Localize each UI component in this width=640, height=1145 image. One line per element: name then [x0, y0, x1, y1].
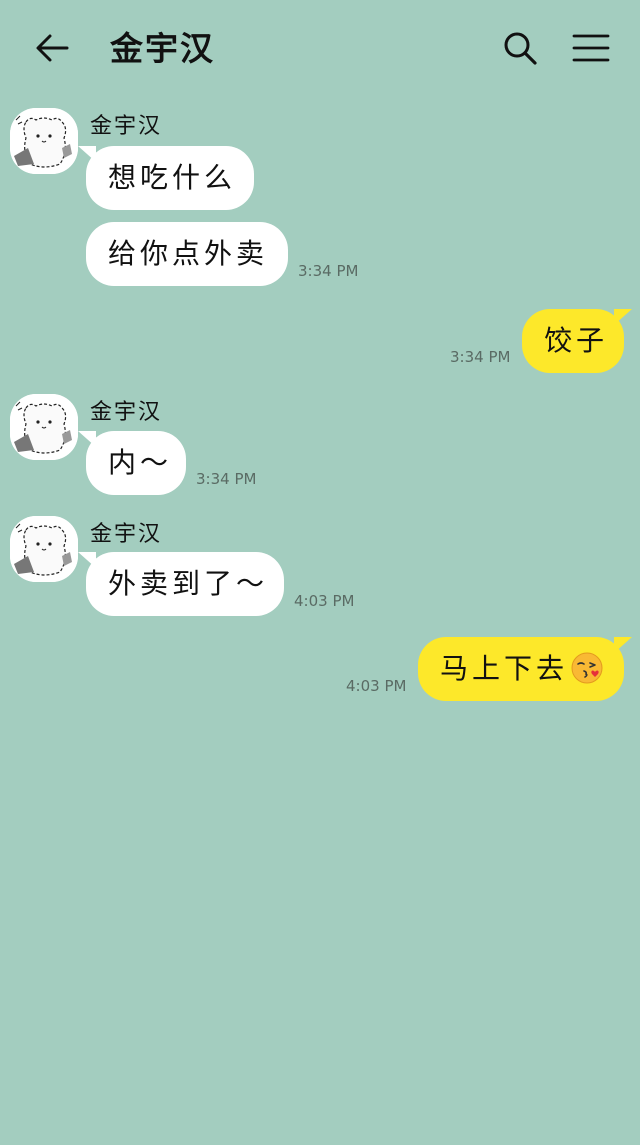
message-time: 3:34 PM: [196, 470, 257, 488]
sender-name: 金宇汉: [90, 522, 163, 547]
message-text: 给你点外卖: [108, 237, 269, 270]
bubble-tail: [78, 552, 96, 568]
message-text: 内～: [108, 446, 173, 479]
kissing-face-emoji-icon: [571, 652, 603, 684]
message-bubble-incoming[interactable]: 外卖到了～: [78, 552, 284, 616]
menu-button[interactable]: [566, 24, 616, 72]
contact-avatar[interactable]: [10, 394, 78, 460]
message-time: 4:03 PM: [346, 677, 407, 695]
menu-icon: [572, 34, 610, 62]
chat-title: 金宇汉: [110, 29, 215, 68]
message-text: 饺子: [544, 324, 609, 357]
message-text: 想吃什么: [108, 161, 237, 194]
message-time: 3:34 PM: [450, 348, 511, 366]
back-arrow-icon: [36, 34, 69, 62]
message-bubble-outgoing[interactable]: 马上下去: [418, 637, 632, 701]
message-text: 马上下去: [440, 652, 569, 685]
bear-avatar-icon: [10, 108, 78, 174]
contact-avatar[interactable]: [10, 108, 78, 174]
message-text: 外卖到了～: [108, 567, 269, 600]
search-icon: [504, 32, 537, 65]
message-bubble-outgoing[interactable]: 饺子: [522, 309, 632, 373]
contact-avatar[interactable]: [10, 516, 78, 582]
sender-name: 金宇汉: [90, 400, 163, 425]
bubble-tail: [614, 309, 632, 325]
back-button[interactable]: [30, 26, 74, 70]
bear-avatar-icon: [10, 516, 78, 582]
bubble-tail: [614, 637, 632, 653]
bubble-tail: [78, 431, 96, 447]
chat-header: 金宇汉: [0, 0, 640, 96]
message-time: 3:34 PM: [298, 262, 359, 280]
message-bubble-incoming[interactable]: 想吃什么: [78, 146, 254, 210]
bear-avatar-icon: [10, 394, 78, 460]
message-time: 4:03 PM: [294, 592, 355, 610]
search-button[interactable]: [496, 24, 544, 72]
message-bubble-incoming[interactable]: 给你点外卖: [86, 222, 288, 286]
message-bubble-incoming[interactable]: 内～: [78, 431, 186, 495]
bubble-tail: [78, 146, 96, 162]
sender-name: 金宇汉: [90, 114, 163, 139]
